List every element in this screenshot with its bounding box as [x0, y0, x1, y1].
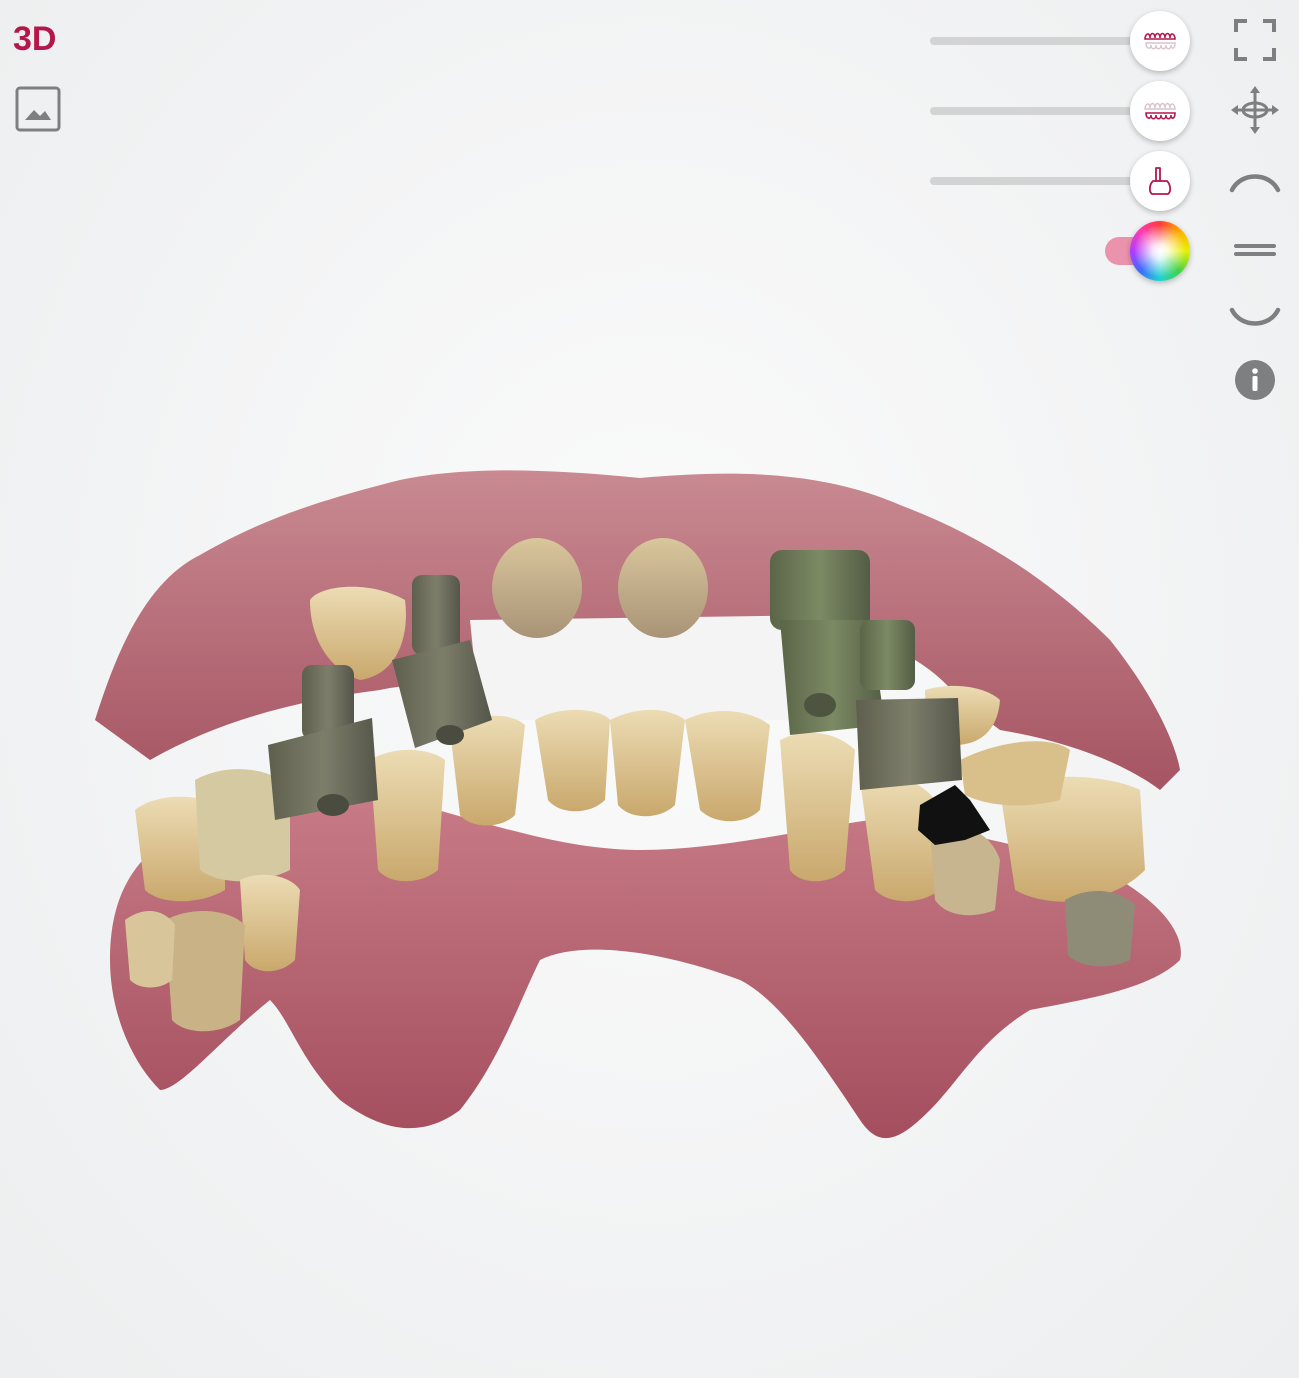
lower-view-button[interactable]: [1227, 290, 1283, 346]
color-wheel-icon: [1130, 221, 1190, 281]
arc-up-icon: [1229, 174, 1281, 193]
upper-view-button[interactable]: [1227, 152, 1283, 208]
arc-down-icon: [1229, 307, 1281, 326]
color-toggle-knob[interactable]: [1130, 221, 1190, 281]
view-mode-label: 3D: [13, 20, 57, 58]
occlusal-view-button[interactable]: [1227, 222, 1283, 278]
scan-body-slider-knob[interactable]: [1130, 151, 1190, 211]
info-button[interactable]: [1227, 352, 1283, 408]
slider-track[interactable]: [930, 177, 1135, 185]
lower-jaw-slider-knob[interactable]: [1130, 81, 1190, 141]
lower-teeth-icon: [1144, 102, 1176, 120]
image-view-button[interactable]: [15, 86, 61, 132]
image-icon: [15, 86, 61, 132]
move-arrows-icon: [1231, 86, 1279, 134]
fullscreen-button[interactable]: [1227, 12, 1283, 68]
double-line-icon: [1234, 244, 1276, 256]
implant-scanbody-icon: [1148, 167, 1172, 195]
slider-track[interactable]: [930, 107, 1135, 115]
slider-track[interactable]: [930, 37, 1135, 45]
upper-teeth-icon: [1144, 32, 1176, 50]
fullscreen-icon: [1234, 19, 1276, 61]
info-icon: [1235, 360, 1275, 400]
scan-viewport[interactable]: [0, 0, 1299, 1378]
upper-jaw-slider-knob[interactable]: [1130, 11, 1190, 71]
pan-button[interactable]: [1227, 82, 1283, 138]
